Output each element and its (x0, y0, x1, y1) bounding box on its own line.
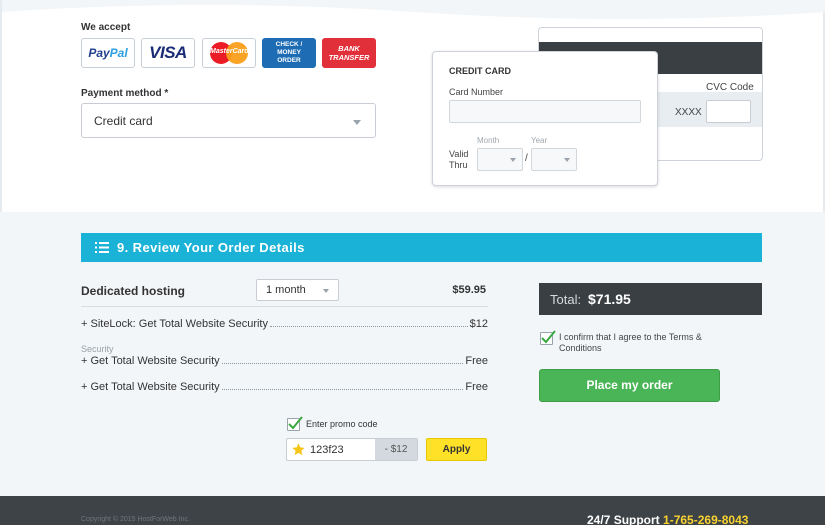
thru-text: Thru (449, 160, 468, 170)
addon-row: + Get Total Website Security Free (81, 381, 488, 397)
leader-dots (221, 363, 464, 364)
payment-method-select[interactable]: Credit card (81, 103, 376, 138)
support-label: 24/7 Support (587, 513, 660, 525)
terms-label: I confirm that I agree to the Terms & Co… (559, 332, 702, 353)
addon-row: + Get Total Website Security Free (81, 355, 488, 371)
star-icon (292, 443, 305, 456)
card-number-input[interactable] (449, 100, 641, 123)
month-label: Month (477, 136, 500, 145)
addon-price: Free (465, 381, 488, 393)
cvc-input[interactable] (706, 100, 751, 123)
promo-checkbox[interactable] (287, 416, 303, 431)
check-text-line2: MONEY ORDER (277, 49, 301, 64)
footer: Copyright © 2015 HostForWeb Inc. 24/7 Su… (0, 496, 825, 525)
list-icon (95, 242, 109, 253)
duration-select[interactable]: 1 month (256, 279, 339, 301)
product-name: Dedicated hosting (81, 284, 186, 298)
valid-thru-label: Valid Thru (449, 149, 473, 171)
addon-price: $12 (469, 318, 488, 330)
bank-transfer-logo[interactable]: BANK TRANSFER (322, 38, 376, 68)
mastercard-circles: MasterCard (210, 42, 249, 64)
security-caption: Security (81, 344, 114, 354)
check-text-line1: CHECK / (275, 41, 303, 48)
promo-code-input[interactable]: 123f23 - $12 (286, 438, 418, 461)
leader-dots (221, 389, 464, 390)
total-label: Total: (550, 292, 582, 307)
support-phone[interactable]: 1-765-269-8043 (663, 513, 748, 525)
bank-text-line2: TRANSFER (328, 53, 370, 62)
duration-value: 1 month (266, 284, 306, 296)
bank-text-line1: BANK (338, 44, 360, 53)
checkmark-icon (288, 416, 303, 430)
paypal-text-b: Pal (109, 46, 128, 60)
cvc-label: CVC Code (706, 82, 754, 93)
total-amount: $71.95 (588, 291, 631, 307)
payment-method-label: Payment method * (81, 88, 169, 99)
addon-row: + SiteLock: Get Total Website Security $… (81, 318, 488, 334)
year-label: Year (531, 136, 548, 145)
wave-divider (2, 0, 825, 19)
leader-dots (270, 326, 468, 327)
visa-text: VISA (149, 43, 187, 62)
paypal-logo[interactable]: PayPal (81, 38, 135, 68)
check-money-order-logo[interactable]: CHECK / MONEY ORDER (262, 38, 316, 68)
visa-logo[interactable]: VISA (141, 38, 195, 68)
order-total: Total: $71.95 (539, 283, 762, 315)
place-order-button[interactable]: Place my order (539, 369, 720, 402)
apply-button[interactable]: Apply (426, 438, 487, 461)
paypal-text-a: Pay (88, 46, 110, 60)
review-title: 9. Review Your Order Details (117, 240, 305, 255)
copyright: Copyright © 2015 HostForWeb Inc. (81, 516, 190, 523)
chevron-down-icon (564, 158, 570, 162)
support-line: 24/7 Support 1-765-269-8043 (587, 513, 748, 525)
promo-checkbox-label: Enter promo code (306, 419, 378, 429)
expiry-separator: / (525, 153, 528, 164)
addon-name: + Get Total Website Security (81, 355, 220, 367)
review-section-header: 9. Review Your Order Details (81, 233, 762, 262)
payment-method-value: Credit card (94, 114, 153, 128)
addon-price: Free (465, 355, 488, 367)
addon-name: + Get Total Website Security (81, 381, 220, 393)
we-accept-label: We accept (81, 22, 131, 33)
chevron-down-icon (510, 158, 516, 162)
card-masked-number: XXXX (675, 107, 702, 118)
expiry-month-select[interactable] (477, 148, 523, 171)
product-price: $59.95 (452, 284, 486, 296)
mastercard-logo[interactable]: MasterCard (202, 38, 256, 68)
checkmark-icon (541, 330, 556, 344)
chevron-down-icon (353, 120, 361, 125)
divider (81, 306, 488, 307)
promo-code-value: 123f23 (310, 444, 344, 456)
terms-checkbox[interactable] (540, 330, 556, 345)
paypal-text: PayPal (88, 46, 127, 60)
chevron-down-icon (323, 289, 329, 293)
promo-discount: - $12 (375, 439, 417, 460)
credit-card-title: CREDIT CARD (449, 66, 511, 76)
mastercard-text: MasterCard (210, 48, 249, 55)
card-number-label: Card Number (449, 87, 504, 97)
expiry-year-select[interactable] (531, 148, 577, 171)
valid-text: Valid (449, 149, 469, 159)
addon-name: + SiteLock: Get Total Website Security (81, 318, 268, 330)
